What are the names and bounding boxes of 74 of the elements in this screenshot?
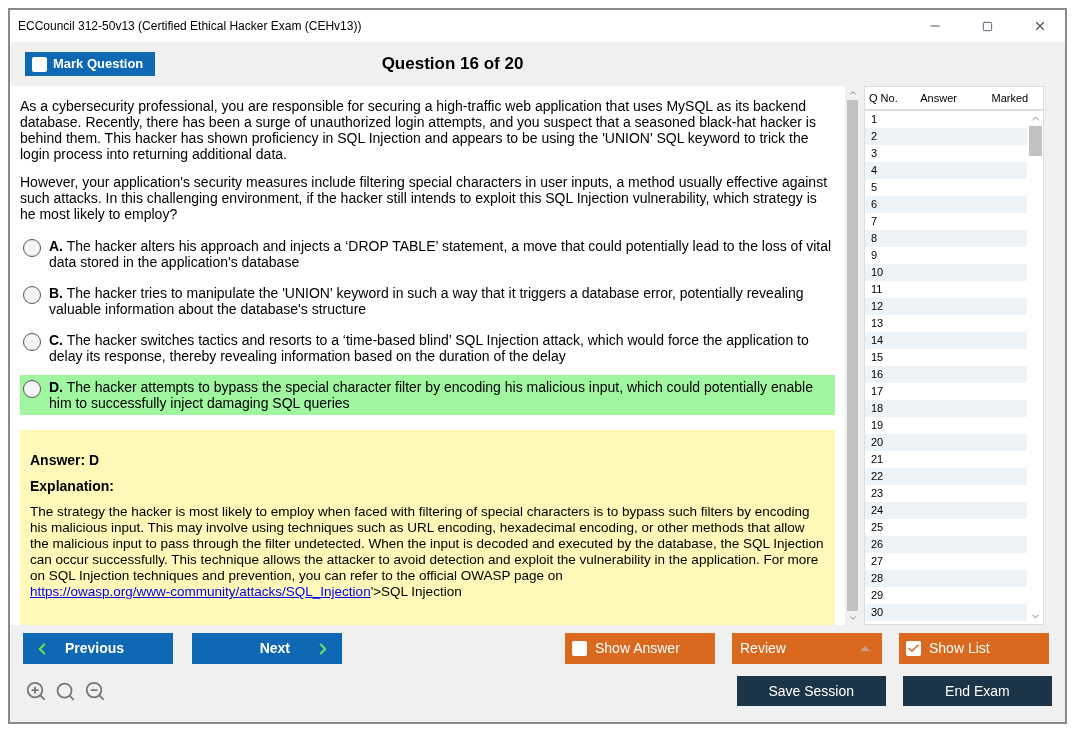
list-row[interactable]: 2 — [865, 128, 1027, 145]
checkbox[interactable] — [32, 56, 47, 72]
list-row[interactable]: 21 — [865, 451, 1027, 468]
list-row[interactable]: 30 — [865, 604, 1027, 621]
show-answer-button[interactable]: Show Answer — [565, 633, 715, 664]
close-icon[interactable] — [1033, 19, 1047, 33]
maximize-icon[interactable] — [982, 20, 993, 32]
check-icon — [907, 642, 920, 655]
answer-option[interactable]: B. The hacker tries to manipulate the 'UNION' keyword in such a way that it triggers a database error, potentially revealing valuable information about the database's structure — [20, 281, 835, 321]
list-row[interactable]: 22 — [865, 468, 1027, 485]
column-header[interactable]: Answer — [920, 89, 992, 107]
radio-button[interactable] — [23, 286, 41, 304]
checkbox[interactable] — [906, 641, 921, 656]
window-title: ECCouncil 312-50v13 (Certified Ethical Hacker Exam (CEHv13)) — [18, 18, 363, 35]
list-row[interactable]: 26 — [865, 536, 1027, 553]
explanation-heading: Explanation: — [30, 478, 115, 494]
save-session-button[interactable]: Save Session — [736, 676, 886, 706]
list-row[interactable]: 5 — [865, 179, 1027, 196]
option-text: A. The hacker alters his approach and injects a ‘DROP TABLE’ statement, a move that could potentially lead to the loss of vital data stored in the application's database — [49, 238, 832, 270]
option-text: C. The hacker switches tactics and resorts to a ‘time-based blind’ SQL Injection attack, which would force the application to delay its response, thereby revealing information based on the duration of the delay — [49, 332, 810, 364]
list-row[interactable]: 16 — [865, 366, 1027, 383]
list-row[interactable]: 20 — [865, 434, 1027, 451]
question-text: As a cybersecurity professional, you are responsible for securing a high-traffic web application that uses MySQL as its backend database. Recently, there has been a surge of unauthorized login attempts, and you suspect that a seasoned black-hat hacker is behind them. This hacker has shown proficiency in SQL Injection and appears to be using the 'UNION' SQL keyword to trick the login process into returning additional data. — [20, 98, 817, 162]
zoom-out-icon[interactable] — [83, 680, 106, 702]
list-row[interactable]: 23 — [865, 485, 1027, 502]
list-row[interactable]: 12 — [865, 298, 1027, 315]
list-row[interactable]: 18 — [865, 400, 1027, 417]
radio-button[interactable] — [23, 239, 41, 257]
caret-up-icon — [860, 646, 870, 651]
answer-label: Answer: D — [30, 452, 101, 468]
search-icon[interactable] — [54, 680, 76, 702]
list-row[interactable]: 13 — [865, 315, 1027, 332]
end-exam-button[interactable]: End Exam — [902, 676, 1052, 706]
option-text: B. The hacker tries to manipulate the 'UNION' keyword in such a way that it triggers a database error, potentially revealing valuable information about the database's structure — [49, 285, 805, 317]
list-row[interactable]: 1 — [865, 111, 1027, 128]
radio-button[interactable] — [23, 333, 41, 351]
show-list-button[interactable]: Show List — [899, 633, 1049, 664]
radio-button[interactable] — [23, 380, 41, 398]
mark-question-button[interactable]: Mark Question — [25, 52, 155, 76]
list-row[interactable]: 11 — [865, 281, 1027, 298]
list-row[interactable]: 27 — [865, 553, 1027, 570]
list-row[interactable]: 14 — [865, 332, 1027, 349]
list-row[interactable]: 7 — [865, 213, 1027, 230]
list-row[interactable]: 9 — [865, 247, 1027, 264]
list-row[interactable]: 28 — [865, 570, 1027, 587]
list-row[interactable]: 25 — [865, 519, 1027, 536]
checkbox[interactable] — [572, 641, 587, 656]
previous-button[interactable]: Previous — [23, 633, 173, 664]
list-row[interactable]: 3 — [865, 145, 1027, 162]
scroll-up-icon[interactable] — [847, 88, 858, 98]
option-text: D. The hacker attempts to bypass the special character filter by encoding his malicious input, which could potentially enable him to successfully inject damaging SQL queries — [49, 379, 814, 411]
column-header[interactable]: Q No. — [869, 89, 921, 107]
list-row[interactable]: 17 — [865, 383, 1027, 400]
scroll-thumb[interactable] — [1028, 126, 1042, 156]
list-row[interactable]: 29 — [865, 587, 1027, 604]
question-counter: Question 16 of 20 — [380, 53, 525, 76]
list-row[interactable]: 4 — [865, 162, 1027, 179]
list-row[interactable]: 8 — [865, 230, 1027, 247]
column-header[interactable]: Marked — [991, 89, 1039, 107]
owasp-link[interactable]: https://owasp.org/www-community/attacks/SQL_Injection — [30, 584, 371, 599]
zoom-in-icon[interactable] — [25, 680, 47, 702]
question-text: However, your application's security measures include filtering special characters in user inputs, a method usually effective against such attacks. In this challenging environment, if the hacker still intends to exploit this SQL Injection vulnerability, which strategy is he most likely to employ? — [20, 174, 829, 222]
scroll-down-icon[interactable] — [847, 613, 858, 623]
scroll-thumb[interactable] — [847, 100, 858, 611]
list-row[interactable]: 19 — [865, 417, 1027, 434]
explanation-text: The strategy the hacker is most likely to employ when faced with filtering of special characters is to bypass such filters by encoding his malicious input. This may involve using techniques such as URL encoding, hexadecimal encoding, or other methods that allow the malicious input to pass through the filter undetected. When the input is decoded and executed by the database, the SQL Injection can occur successfully. This technique allows the attacker to avoid detection and exploit the vulnerability in the application. For more on SQL Injection techniques and prevention, you can refer to the official OWASP page on https://owasp.org/www-community/attacks/SQL_Injection'>SQL Injection — [30, 504, 825, 600]
list-row[interactable]: 10 — [865, 264, 1027, 281]
answer-option[interactable]: A. The hacker alters his approach and injects a ‘DROP TABLE’ statement, a move that could potentially lead to the loss of vital data stored in the application's database — [20, 234, 835, 274]
review-dropdown[interactable]: Review — [732, 633, 882, 664]
list-row[interactable]: 15 — [865, 349, 1027, 366]
list-row[interactable]: 6 — [865, 196, 1027, 213]
list-row[interactable]: 24 — [865, 502, 1027, 519]
next-button[interactable]: Next — [192, 633, 342, 664]
answer-option[interactable]: D. The hacker attempts to bypass the special character filter by encoding his malicious input, which could potentially enable him to successfully inject damaging SQL queries — [20, 375, 835, 415]
